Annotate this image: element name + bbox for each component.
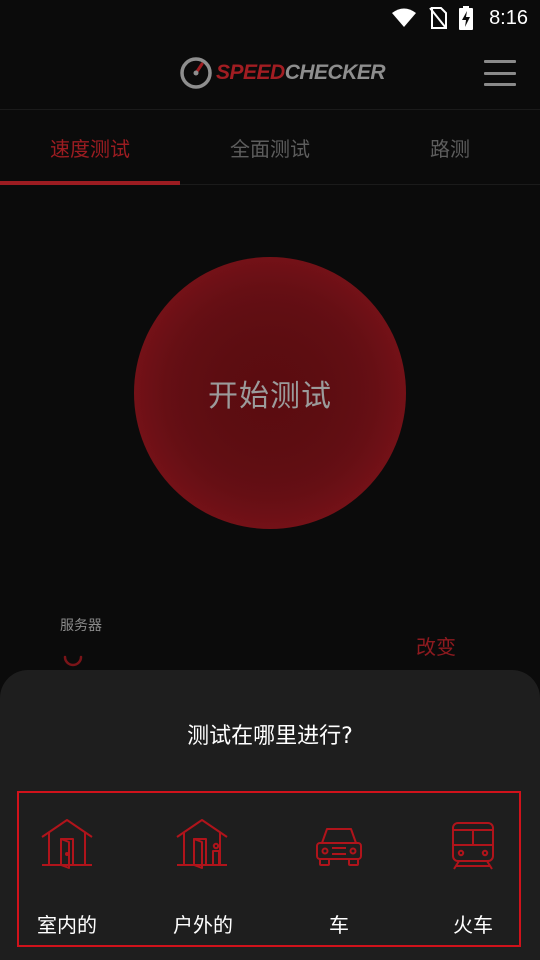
status-icons: 8:16 <box>391 5 528 31</box>
train-icon <box>452 822 494 870</box>
no-sim-icon <box>429 7 448 29</box>
speedchecker-logo: SPEEDCHECKER <box>179 56 386 90</box>
screen: 8:16 SPEEDCHECKER 速度测试 全面测试 路测 开始测试 服务器 … <box>0 0 540 960</box>
location-options: 室内的 户外的 车 火车 <box>17 791 521 947</box>
location-bottom-sheet: 测试在哪里进行? 室内的 户外的 车 火车 <box>0 670 540 960</box>
battery-charging-icon <box>459 6 474 30</box>
hamburger-menu-icon[interactable] <box>484 60 516 86</box>
outdoor-house-icon <box>176 819 228 869</box>
tab-speed-test[interactable]: 速度测试 <box>0 111 180 185</box>
option-label: 车 <box>329 913 349 937</box>
logo-checker-text: CHECKER <box>284 61 386 84</box>
loading-spinner-icon <box>63 655 83 667</box>
start-test-label: 开始测试 <box>208 379 332 414</box>
option-indoor[interactable]: 室内的 <box>7 793 127 945</box>
option-car[interactable]: 车 <box>279 793 399 945</box>
tab-bar: 速度测试 全面测试 路测 <box>0 111 540 185</box>
menu-bar <box>484 60 516 63</box>
option-label: 户外的 <box>173 913 233 937</box>
option-outdoor[interactable]: 户外的 <box>143 793 263 945</box>
server-label: 服务器 <box>60 618 102 634</box>
sheet-title: 测试在哪里进行? <box>187 724 353 749</box>
status-time: 8:16 <box>489 6 528 29</box>
menu-bar <box>484 83 516 86</box>
option-label: 室内的 <box>37 913 97 937</box>
change-server-link[interactable]: 改变 <box>416 631 456 660</box>
option-label: 火车 <box>453 913 493 937</box>
start-test-button[interactable]: 开始测试 <box>134 257 406 529</box>
option-train[interactable]: 火车 <box>413 793 533 945</box>
indoor-house-icon <box>41 819 93 869</box>
status-bar: 8:16 <box>0 0 540 36</box>
tab-drive-test[interactable]: 路测 <box>360 111 540 184</box>
app-header: SPEEDCHECKER <box>0 36 540 110</box>
car-icon <box>316 828 362 866</box>
menu-bar <box>484 71 516 75</box>
logo-speed-text: SPEED <box>216 61 285 84</box>
gauge-icon <box>180 57 212 89</box>
tab-full-test[interactable]: 全面测试 <box>180 111 360 184</box>
wifi-icon <box>392 8 417 27</box>
